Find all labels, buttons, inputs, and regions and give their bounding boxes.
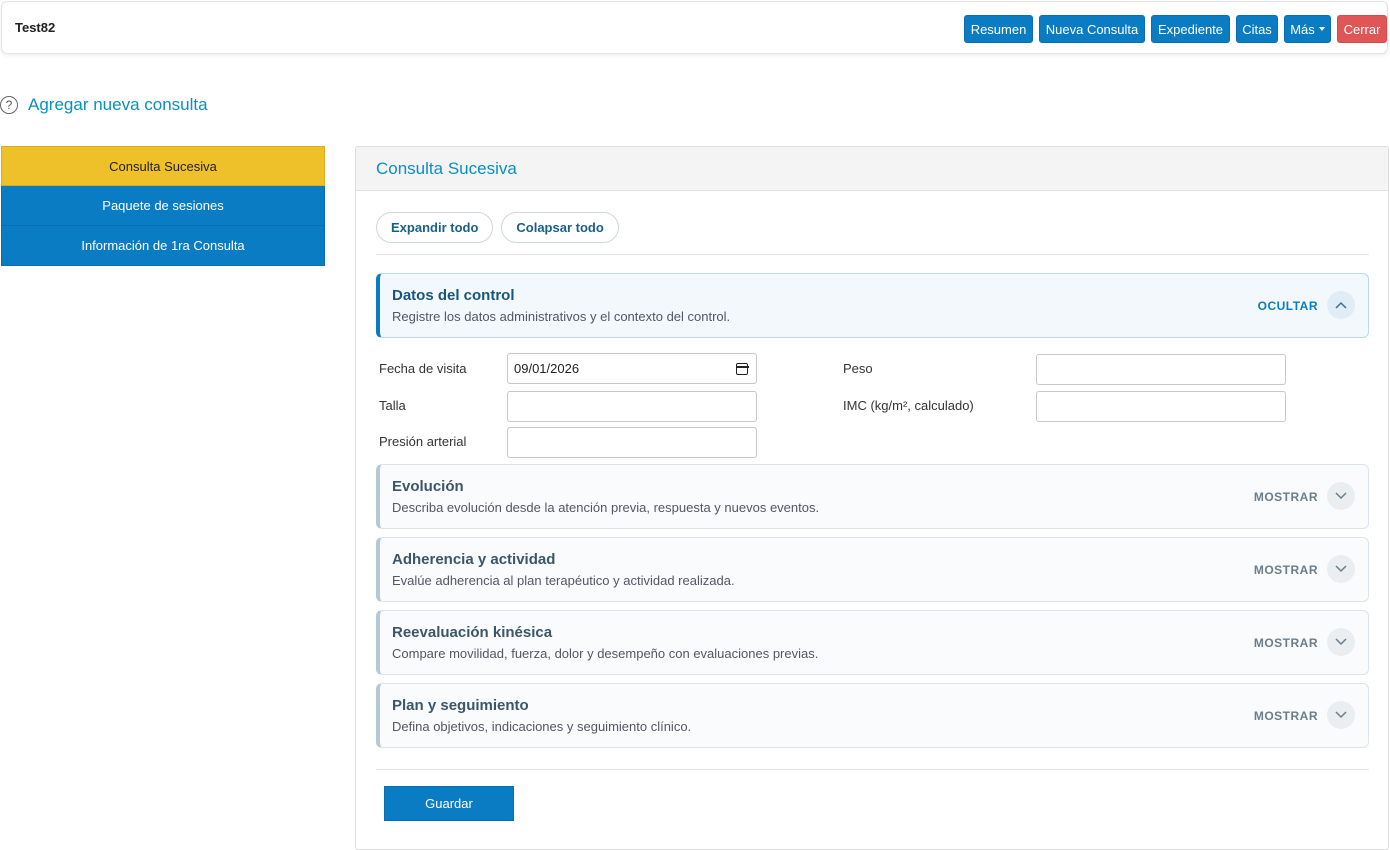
chevron-down-icon[interactable] bbox=[1327, 555, 1355, 583]
section-title: Datos del control bbox=[392, 287, 515, 304]
fecha-value: 09/01/2026 bbox=[514, 361, 580, 376]
sidebar-item-consulta-sucesiva[interactable]: Consulta Sucesiva bbox=[1, 146, 325, 186]
expand-toolbar: Expandir todo Colapsar todo bbox=[376, 212, 619, 243]
section-title: Plan y seguimiento bbox=[392, 697, 529, 714]
section-title: Adherencia y actividad bbox=[392, 551, 556, 568]
expand-all-button[interactable]: Expandir todo bbox=[376, 212, 494, 243]
peso-input[interactable] bbox=[1036, 354, 1286, 385]
section-title: Evolución bbox=[392, 478, 464, 495]
section-toggle-label[interactable]: MOSTRAR bbox=[1254, 563, 1318, 577]
fecha-visita-input[interactable]: 09/01/2026 bbox=[507, 353, 757, 384]
peso-label: Peso bbox=[843, 361, 873, 376]
resumen-button[interactable]: Resumen bbox=[964, 15, 1033, 43]
section-description: Evalúe adherencia al plan terapéutico y … bbox=[392, 573, 735, 588]
section-toggle-label[interactable]: MOSTRAR bbox=[1254, 490, 1318, 504]
top-bar: Test82 Resumen Nueva Consulta Expediente… bbox=[1, 1, 1388, 54]
help-icon[interactable]: ? bbox=[0, 96, 18, 114]
section-evolucion[interactable]: Evolución Describa evolución desde la at… bbox=[376, 464, 1369, 529]
section-reevaluacion[interactable]: Reevaluación kinésica Compare movilidad,… bbox=[376, 610, 1369, 675]
chevron-down-icon[interactable] bbox=[1327, 701, 1355, 729]
chevron-down-icon[interactable] bbox=[1327, 628, 1355, 656]
imc-input[interactable] bbox=[1036, 391, 1286, 422]
mas-label: Más bbox=[1290, 21, 1315, 37]
divider bbox=[376, 254, 1369, 255]
section-toggle-label[interactable]: OCULTAR bbox=[1258, 299, 1318, 313]
sidebar-item-paquete-sesiones[interactable]: Paquete de sesiones bbox=[1, 186, 325, 226]
patient-name: Test82 bbox=[15, 20, 56, 35]
panel-title: Consulta Sucesiva bbox=[356, 147, 1388, 191]
calendar-icon[interactable] bbox=[735, 363, 749, 375]
save-button[interactable]: Guardar bbox=[384, 786, 514, 821]
section-description: Registre los datos administrativos y el … bbox=[392, 309, 731, 324]
section-datos-control[interactable]: Datos del control Registre los datos adm… bbox=[376, 273, 1369, 338]
section-plan-seguimiento[interactable]: Plan y seguimiento Defina objetivos, ind… bbox=[376, 683, 1369, 748]
section-adherencia[interactable]: Adherencia y actividad Evalúe adherencia… bbox=[376, 537, 1369, 602]
imc-label: IMC (kg/m², calculado) bbox=[843, 398, 974, 413]
presion-input[interactable] bbox=[507, 427, 757, 458]
citas-button[interactable]: Citas bbox=[1236, 15, 1278, 43]
sidebar-item-primera-consulta[interactable]: Información de 1ra Consulta bbox=[1, 226, 325, 266]
expediente-button[interactable]: Expediente bbox=[1151, 15, 1230, 43]
top-actions: Resumen Nueva Consulta Expediente Citas … bbox=[964, 15, 1387, 43]
consulta-panel: Consulta Sucesiva Expandir todo Colapsar… bbox=[355, 146, 1389, 850]
section-toggle-label[interactable]: MOSTRAR bbox=[1254, 709, 1318, 723]
nueva-consulta-button[interactable]: Nueva Consulta bbox=[1039, 15, 1145, 43]
section-description: Compare movilidad, fuerza, dolor y desem… bbox=[392, 646, 819, 661]
chevron-up-icon[interactable] bbox=[1327, 291, 1355, 319]
collapse-all-button[interactable]: Colapsar todo bbox=[501, 212, 619, 243]
talla-input[interactable] bbox=[507, 391, 757, 422]
fecha-label: Fecha de visita bbox=[379, 361, 467, 376]
section-toggle-label[interactable]: MOSTRAR bbox=[1254, 636, 1318, 650]
section-description: Defina objetivos, indicaciones y seguimi… bbox=[392, 719, 692, 734]
cerrar-button[interactable]: Cerrar bbox=[1337, 15, 1387, 43]
page-header: ? Agregar nueva consulta bbox=[0, 95, 208, 115]
divider bbox=[376, 769, 1369, 770]
talla-label: Talla bbox=[379, 398, 406, 413]
presion-label: Presión arterial bbox=[379, 434, 467, 449]
caret-down-icon bbox=[1318, 27, 1325, 31]
sidebar: Consulta Sucesiva Paquete de sesiones In… bbox=[1, 146, 325, 266]
chevron-down-icon[interactable] bbox=[1327, 482, 1355, 510]
mas-dropdown-button[interactable]: Más bbox=[1284, 15, 1331, 43]
section-description: Describa evolución desde la atención pre… bbox=[392, 500, 820, 515]
section-title: Reevaluación kinésica bbox=[392, 624, 553, 641]
page-title: Agregar nueva consulta bbox=[28, 95, 208, 114]
